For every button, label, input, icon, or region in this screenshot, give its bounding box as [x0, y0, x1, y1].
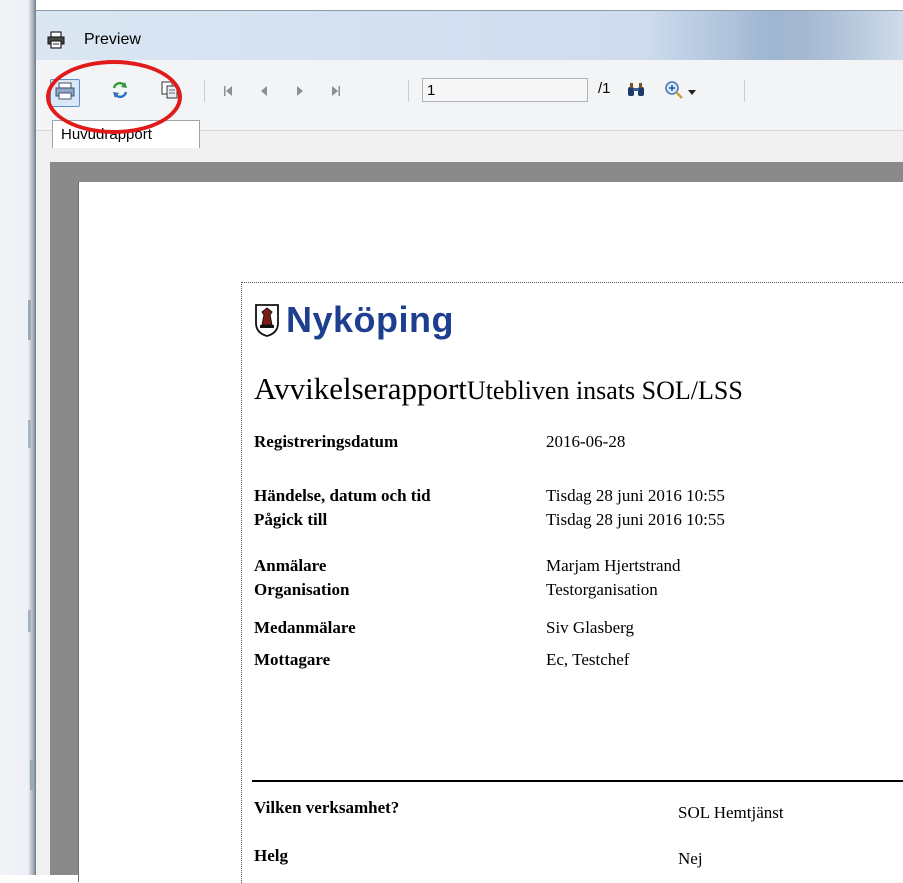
logo: Nyköping — [254, 299, 454, 341]
field-label: Registreringsdatum — [254, 432, 399, 451]
printer-icon — [46, 31, 66, 49]
first-page-icon — [222, 84, 234, 100]
field-value: Tisdag 28 juni 2016 10:55 — [546, 486, 725, 505]
next-page-icon — [294, 84, 306, 100]
field-label: Pågick till — [254, 510, 328, 529]
previous-page-button[interactable] — [250, 79, 278, 105]
field-value: Testorganisation — [546, 580, 658, 599]
field-label: Medanmälare — [254, 618, 356, 637]
field-label: Mottagare — [254, 650, 331, 669]
page-total: /1 — [598, 80, 611, 97]
title-bar[interactable]: Preview — [36, 10, 903, 61]
field-label: Organisation — [254, 580, 350, 599]
report-title: AvvikelserapportUtebliven insats SOL/LSS — [254, 371, 743, 406]
report-page: Nyköping AvvikelserapportUtebliven insat… — [78, 182, 903, 883]
highlight-circle — [46, 60, 182, 134]
zoom-in-icon — [664, 80, 684, 105]
field-label: Händelse, datum och tid — [254, 486, 431, 505]
field-value: Siv Glasberg — [546, 618, 634, 637]
search-button[interactable] — [622, 79, 650, 105]
page-number-input[interactable] — [422, 78, 588, 102]
window-title: Preview — [84, 31, 141, 48]
first-page-button[interactable] — [214, 79, 242, 105]
next-page-button[interactable] — [286, 79, 314, 105]
report-subtitle: Utebliven insats SOL/LSS — [466, 376, 743, 405]
zoom-dropdown-button[interactable] — [684, 79, 700, 105]
question-label: Vilken verksamhet? — [254, 798, 400, 817]
report-body: Nyköping AvvikelserapportUtebliven insat… — [241, 282, 903, 883]
chevron-down-icon — [688, 83, 696, 101]
preview-area[interactable]: Nyköping AvvikelserapportUtebliven insat… — [50, 162, 903, 883]
desktop-edge — [0, 0, 36, 875]
previous-page-icon — [258, 84, 270, 100]
preview-window: Preview 1 /1 Huvudrapport Nyköping Avvik… — [36, 10, 903, 883]
divider — [252, 780, 903, 782]
logo-text: Nyköping — [286, 299, 455, 340]
field-label: Anmälare — [254, 556, 327, 575]
field-value: 2016-06-28 — [546, 432, 626, 451]
question-value: SOL Hemtjänst — [678, 803, 784, 822]
field-value: Tisdag 28 juni 2016 10:55 — [546, 510, 725, 529]
coat-of-arms-icon — [254, 303, 280, 337]
question-value: Nej — [678, 849, 703, 868]
field-value: Marjam Hjertstrand — [546, 556, 681, 575]
last-page-icon — [330, 84, 342, 100]
binoculars-icon — [626, 82, 646, 103]
last-page-button[interactable] — [322, 79, 350, 105]
question-label: Helg — [254, 846, 288, 865]
field-value: Ec, Testchef — [546, 650, 630, 669]
